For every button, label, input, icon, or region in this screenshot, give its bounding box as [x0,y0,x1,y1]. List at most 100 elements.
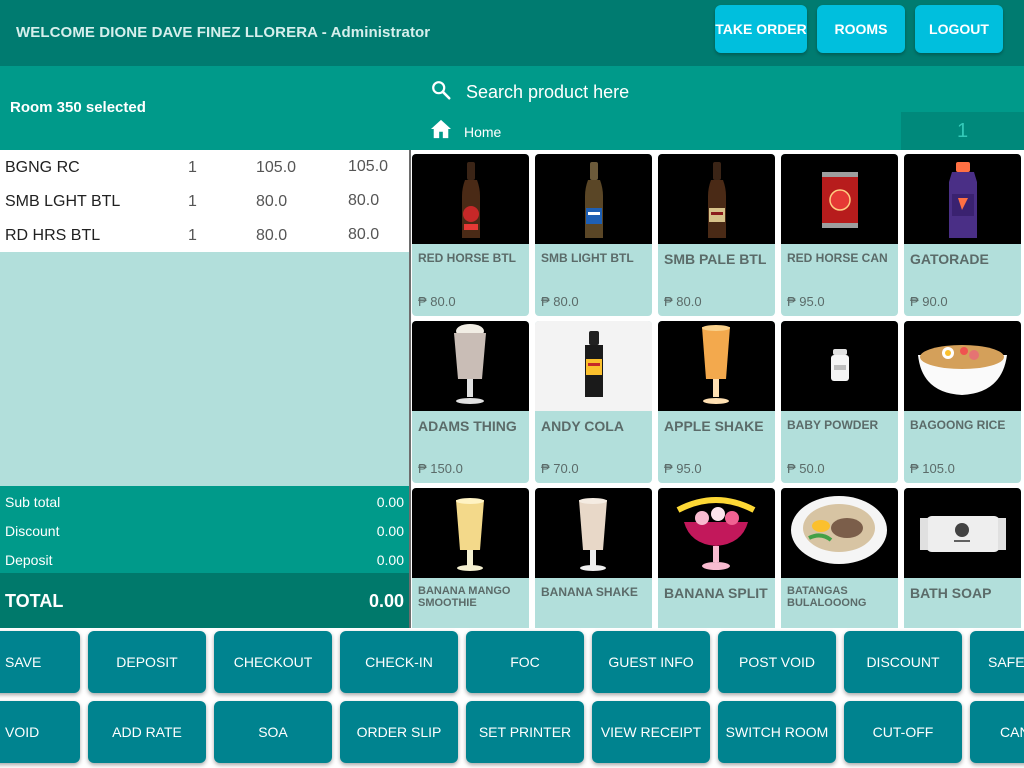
product-card[interactable]: RED HORSE CAN ₱ 95.0 [781,154,898,316]
order-item-qty: 1 [188,227,197,244]
pos-app: WELCOME DIONE DAVE FINEZ LLORERA - Admin… [0,0,1024,768]
product-name: BABY POWDER [787,418,879,432]
order-item-price: 105.0 [256,159,297,176]
discount-value: 0.00 [376,523,404,539]
discount-row: Discount 0.00 [0,515,409,544]
product-card[interactable]: ADAMS THING ₱ 150.0 [412,321,529,483]
total-label: TOTAL [5,591,64,611]
cancel-button[interactable]: CAN [970,701,1024,763]
dessert-cup-icon [658,488,775,578]
product-price: ₱ 80.0 [541,294,579,309]
deposit-value: 0.00 [376,552,404,568]
foc-button[interactable]: FOC [466,631,584,693]
total-bar: TOTAL 0.00 [0,573,409,628]
product-card[interactable]: RED HORSE BTL ₱ 80.0 [412,154,529,316]
product-price: ₱ 95.0 [664,461,702,476]
deposit-row: Deposit 0.00 [0,544,409,573]
order-row[interactable]: RD HRS BTL 1 80.0 80.0 [0,218,409,252]
safekeep-button[interactable]: SAFEK [970,631,1024,693]
product-name: RED HORSE CAN [787,251,888,265]
breadcrumb[interactable]: Home [430,119,501,144]
soup-bowl-icon [781,488,898,578]
order-list: BGNG RC 1 105.0 105.0 SMB LGHT BTL 1 80.… [0,150,409,486]
product-name: BANANA MANGO SMOOTHIE [418,585,511,609]
product-name: BATANGAS BULALOOONG [787,585,867,609]
order-row[interactable]: SMB LGHT BTL 1 80.0 80.0 [0,184,409,218]
product-card[interactable]: BABY POWDER ₱ 50.0 [781,321,898,483]
search-bar[interactable]: Search product here [430,78,1020,106]
soap-bar-icon [904,488,1021,578]
product-price: ₱ 50.0 [787,461,825,476]
page-number[interactable]: 1 [901,112,1024,150]
product-name: APPLE SHAKE [664,418,764,434]
product-card[interactable]: BANANA SHAKE [535,488,652,628]
product-card[interactable]: SMB PALE BTL ₱ 80.0 [658,154,775,316]
beer-bottle-icon [658,154,775,244]
home-icon [430,119,452,144]
product-card[interactable]: BAGOONG RICE ₱ 105.0 [904,321,1021,483]
shake-glass-icon [658,321,775,411]
set-printer-button[interactable]: SET PRINTER [466,701,584,763]
product-grid: RED HORSE BTL ₱ 80.0 SMB LIGHT BTL ₱ 80.… [411,150,1024,628]
search-input[interactable]: Search product here [466,82,629,103]
action-bar: SAVE DEPOSIT CHECKOUT CHECK-IN FOC GUEST… [0,628,1024,768]
deposit-label: Deposit [5,552,53,568]
cola-bottle-icon [535,321,652,411]
order-item-total: 105.0 [348,158,389,175]
soa-button[interactable]: SOA [214,701,332,763]
order-item-qty: 1 [188,159,197,176]
subtotal-value: 0.00 [376,494,404,510]
top-bar: WELCOME DIONE DAVE FINEZ LLORERA - Admin… [0,0,1024,66]
shake-glass-icon [412,321,529,411]
view-receipt-button[interactable]: VIEW RECEIPT [592,701,710,763]
checkout-button[interactable]: CHECKOUT [214,631,332,693]
room-selected-label: Room 350 selected [10,99,146,116]
product-card[interactable]: BATH SOAP [904,488,1021,628]
sports-drink-icon [904,154,1021,244]
order-row[interactable]: BGNG RC 1 105.0 105.0 [0,150,409,184]
total-value: 0.00 [368,591,404,611]
logout-button[interactable]: LOGOUT [915,5,1003,53]
take-order-button[interactable]: TAKE ORDER [715,5,807,53]
discount-label: Discount [5,523,60,539]
breadcrumb-home[interactable]: Home [464,124,501,140]
switch-room-button[interactable]: SWITCH ROOM [718,701,836,763]
product-card[interactable]: BANANA SPLIT [658,488,775,628]
product-card[interactable]: ANDY COLA ₱ 70.0 [535,321,652,483]
order-item-total: 80.0 [348,192,380,209]
check-in-button[interactable]: CHECK-IN [340,631,458,693]
shake-glass-icon [535,488,652,578]
guest-info-button[interactable]: GUEST INFO [592,631,710,693]
subtotal-label: Sub total [5,494,61,510]
product-price: ₱ 90.0 [910,294,948,309]
product-price: ₱ 80.0 [418,294,456,309]
product-card[interactable]: SMB LIGHT BTL ₱ 80.0 [535,154,652,316]
product-name: SMB LIGHT BTL [541,251,634,265]
rooms-button[interactable]: ROOMS [817,5,905,53]
order-item-price: 80.0 [256,227,288,244]
product-name: GATORADE [910,251,989,267]
order-slip-button[interactable]: ORDER SLIP [340,701,458,763]
product-name: SMB PALE BTL [664,251,767,267]
product-price: ₱ 80.0 [664,294,702,309]
void-button[interactable]: VOID [0,701,80,763]
subtotal-row: Sub total 0.00 [0,486,409,515]
discount-button[interactable]: DISCOUNT [844,631,962,693]
header-band: Room 350 selected Search product here Ho… [0,66,1024,150]
add-rate-button[interactable]: ADD RATE [88,701,206,763]
product-card[interactable]: BATANGAS BULALOOONG [781,488,898,628]
product-name: ANDY COLA [541,418,624,434]
product-price: ₱ 70.0 [541,461,579,476]
order-item-name: RD HRS BTL [5,227,101,244]
deposit-button[interactable]: DEPOSIT [88,631,206,693]
post-void-button[interactable]: POST VOID [718,631,836,693]
product-card[interactable]: APPLE SHAKE ₱ 95.0 [658,321,775,483]
product-card[interactable]: BANANA MANGO SMOOTHIE [412,488,529,628]
product-name: BATH SOAP [910,585,992,601]
totals-panel: Sub total 0.00 Discount 0.00 Deposit 0.0… [0,486,409,573]
order-item-qty: 1 [188,193,197,210]
product-price: ₱ 95.0 [787,294,825,309]
cut-off-button[interactable]: CUT-OFF [844,701,962,763]
save-button[interactable]: SAVE [0,631,80,693]
product-card[interactable]: GATORADE ₱ 90.0 [904,154,1021,316]
